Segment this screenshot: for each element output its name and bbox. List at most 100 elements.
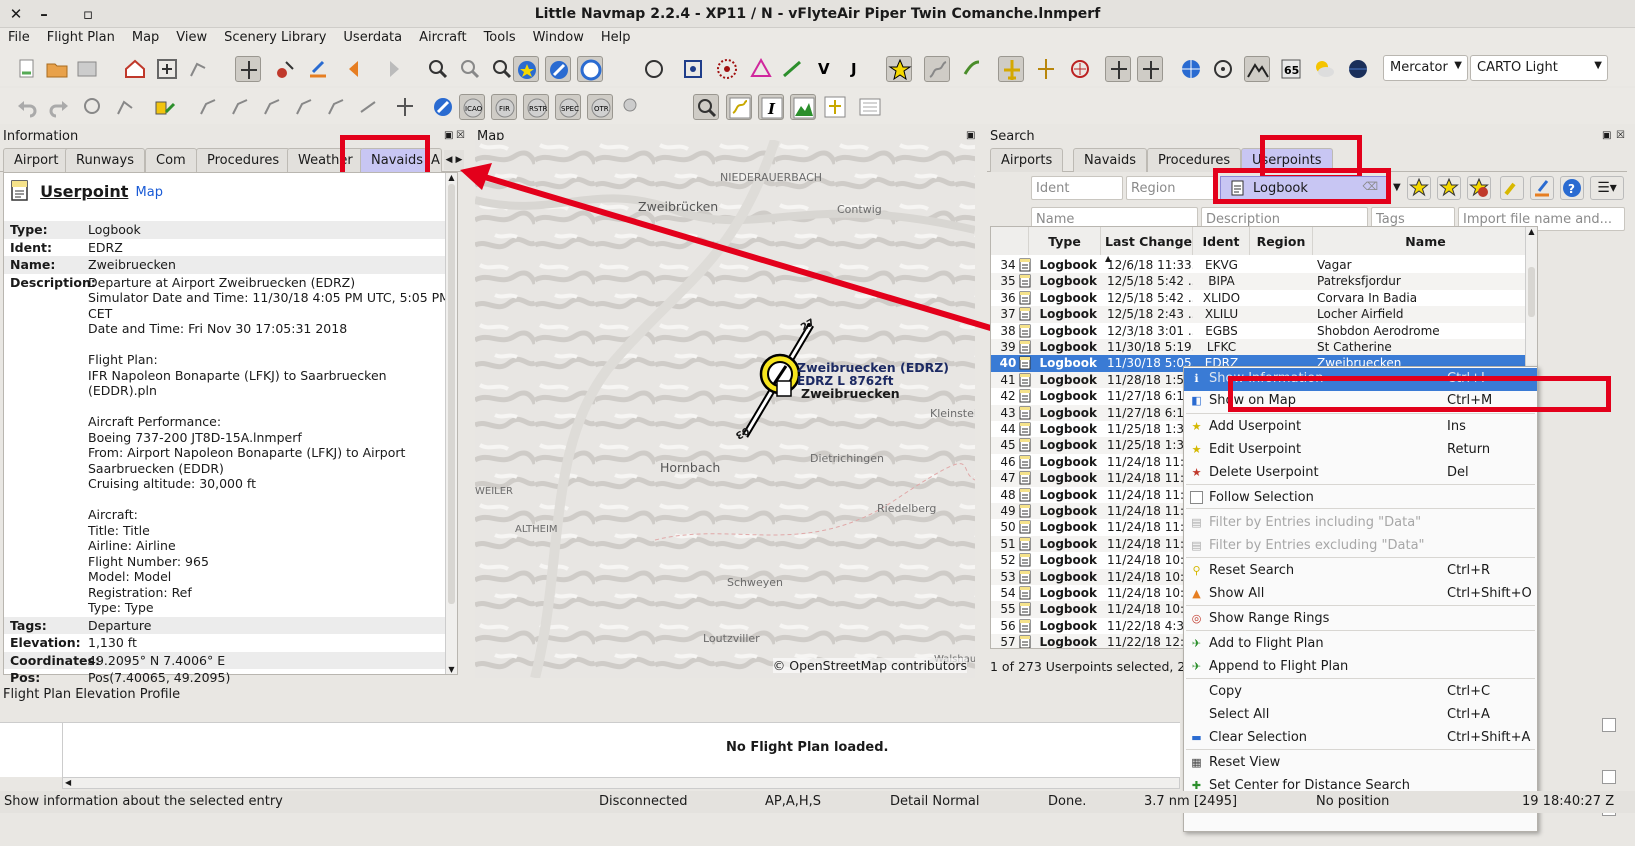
calculate-route-icon[interactable] [152, 94, 178, 120]
column-header-ident[interactable]: Ident [1193, 227, 1250, 255]
aircraft-window-icon[interactable] [822, 94, 848, 120]
profile-zoom-box[interactable] [1602, 770, 1616, 784]
show-hillshading-icon[interactable] [1244, 56, 1270, 82]
show-aircraft-icon[interactable] [998, 56, 1024, 82]
show-jet-airways-icon[interactable]: J [844, 56, 870, 82]
column-header-last-change[interactable]: Last Change ▲ [1101, 227, 1193, 263]
tab-search-navaids[interactable]: Navaids [1073, 148, 1147, 172]
measure-distance-icon[interactable] [392, 94, 418, 120]
tab-runways[interactable]: Runways [65, 148, 145, 172]
menu-item-add-to-flight-plan[interactable]: ✈ Add to Flight Plan [1184, 633, 1537, 656]
show-compass-rose-icon[interactable] [1067, 56, 1093, 82]
zoom-out-icon[interactable] [457, 56, 483, 82]
scroll-down-icon[interactable]: ▼ [446, 665, 457, 674]
menu-userdata[interactable]: Userdata [335, 28, 411, 45]
zoom-fit-icon[interactable] [489, 56, 515, 82]
menu-item-show-all[interactable]: ▲ Show All Ctrl+Shift+O [1184, 583, 1537, 606]
column-header-type[interactable]: Type [1029, 227, 1101, 255]
elevation-profile-icon[interactable] [790, 94, 816, 120]
tab-search-userpoints[interactable]: Userpoints [1241, 148, 1333, 172]
show-vor-icon[interactable] [641, 56, 667, 82]
menu-item-delete-userpoint[interactable]: ★ Delete Userpoint Del [1184, 462, 1537, 485]
show-airports-icon[interactable] [513, 56, 539, 82]
open-flightplan-icon[interactable] [44, 56, 70, 82]
menu-flight-plan[interactable]: Flight Plan [39, 28, 124, 45]
menu-item-show-information[interactable]: ℹ Show Information Ctrl+I [1184, 368, 1537, 391]
search-menu-icon[interactable]: ☰▾ [1590, 176, 1624, 200]
airspace-other-icon[interactable]: OTR [587, 94, 613, 120]
column-header-region[interactable]: Region [1250, 227, 1313, 255]
aircraft-center-toggle-icon[interactable] [235, 56, 261, 82]
tab-scroll-right-icon[interactable]: ▶ [454, 150, 464, 170]
show-minimum-altitude-icon[interactable]: 65 [1278, 56, 1304, 82]
home-icon[interactable] [122, 56, 148, 82]
show-waypoints-icon[interactable] [714, 56, 740, 82]
filter-menu-chevron-icon[interactable]: ▼ [1393, 182, 1401, 193]
tab-procedures[interactable]: Procedures [196, 148, 291, 172]
menu-map[interactable]: Map [124, 28, 168, 45]
show-ils-icon[interactable] [748, 56, 774, 82]
menu-tools[interactable]: Tools [476, 28, 525, 45]
edit-userpoint-icon[interactable] [1437, 176, 1461, 200]
menu-item-copy[interactable]: Copy Ctrl+C [1184, 681, 1537, 704]
show-airways-icon[interactable] [780, 56, 806, 82]
airspace-settings-icon[interactable] [619, 94, 645, 120]
calculate-radio-icon[interactable] [112, 94, 138, 120]
show-userpoints-icon[interactable] [886, 56, 912, 82]
menu-item-show-on-map[interactable]: ◧ Show on Map Ctrl+M [1184, 390, 1537, 413]
menu-aircraft[interactable]: Aircraft [411, 28, 475, 45]
dock-close-icon[interactable]: ☒ [1616, 130, 1625, 141]
delete-userpoint-icon[interactable] [1467, 176, 1491, 200]
tab-airport[interactable]: Airport [3, 148, 70, 172]
undo-icon[interactable] [14, 94, 40, 120]
new-flightplan-icon[interactable] [14, 56, 40, 82]
menu-item-select-all[interactable]: Select All Ctrl+A [1184, 704, 1537, 727]
show-weather-icon[interactable] [1311, 56, 1337, 82]
forward-icon[interactable] [377, 56, 403, 82]
menu-window[interactable]: Window [525, 28, 593, 45]
show-missed-approach-icon[interactable] [959, 56, 985, 82]
scroll-up-icon[interactable]: ▲ [1526, 227, 1537, 236]
tab-aircraft[interactable]: A [428, 148, 442, 172]
info-map-link[interactable]: Map [136, 185, 163, 200]
save-flightplan-icon[interactable] [74, 56, 100, 82]
show-aircraft-ai-icon[interactable] [1137, 56, 1163, 82]
airport-symbol[interactable] [475, 140, 975, 678]
airspace-special-icon[interactable]: SPEC [555, 94, 581, 120]
map-view[interactable]: NIEDERAUERBACH Zweibrücken Contwig Hornb… [475, 140, 975, 678]
tab-com[interactable]: Com [145, 148, 197, 172]
edit-route-icon[interactable] [305, 56, 331, 82]
show-ai-aircraft-icon[interactable] [1033, 56, 1059, 82]
airway-ndb-icon[interactable] [323, 94, 349, 120]
scroll-left-icon[interactable]: ◀ [63, 778, 71, 787]
menu-item-show-range-rings[interactable]: ◎ Show Range Rings [1184, 608, 1537, 631]
flightplan-window-icon[interactable] [726, 94, 752, 120]
airspace-icao-icon[interactable]: ICAO [459, 94, 485, 120]
menu-scenery-library[interactable]: Scenery Library [216, 28, 335, 45]
map-theme-select[interactable]: CARTO Light ▼ [1470, 55, 1608, 81]
clear-filter-icon[interactable]: ⌫ [1362, 180, 1378, 193]
scroll-thumb[interactable] [1528, 267, 1535, 317]
column-header-rownum[interactable] [991, 227, 1029, 255]
dock-float-icon[interactable]: ▣ [444, 130, 453, 141]
show-flightplan-icon[interactable] [924, 56, 950, 82]
airway-vor-icon[interactable] [291, 94, 317, 120]
menu-item-add-userpoint[interactable]: ★ Add Userpoint Ins [1184, 416, 1537, 439]
zoom-in-icon[interactable] [425, 56, 451, 82]
show-globe-icon[interactable] [1345, 56, 1371, 82]
menu-item-append-to-flight-plan[interactable]: ✈ Append to Flight Plan [1184, 656, 1537, 679]
help-icon[interactable]: ? [1560, 176, 1584, 200]
tab-navaids[interactable]: Navaids [360, 148, 427, 172]
menu-item-reset-view[interactable]: ▦ Reset View [1184, 752, 1537, 775]
information-window-icon[interactable]: I [758, 94, 784, 120]
table-row[interactable]: 35 Logbook 12/5/18 5:42 ... BIPA Patreksfjor… [991, 273, 1537, 290]
menu-file[interactable]: File [0, 28, 39, 45]
tab-weather[interactable]: Weather [287, 148, 364, 172]
menu-item-edit-userpoint[interactable]: ★ Edit Userpoint Return [1184, 439, 1537, 462]
menu-item-follow-selection[interactable]: Follow Selection [1184, 487, 1537, 510]
show-city-icon[interactable] [1210, 56, 1236, 82]
airspace-fir-icon[interactable]: FIR [491, 94, 517, 120]
add-userpoint-icon[interactable] [1407, 176, 1431, 200]
airspace-restricted-icon[interactable]: RSTR [523, 94, 549, 120]
redo-icon[interactable] [46, 94, 72, 120]
